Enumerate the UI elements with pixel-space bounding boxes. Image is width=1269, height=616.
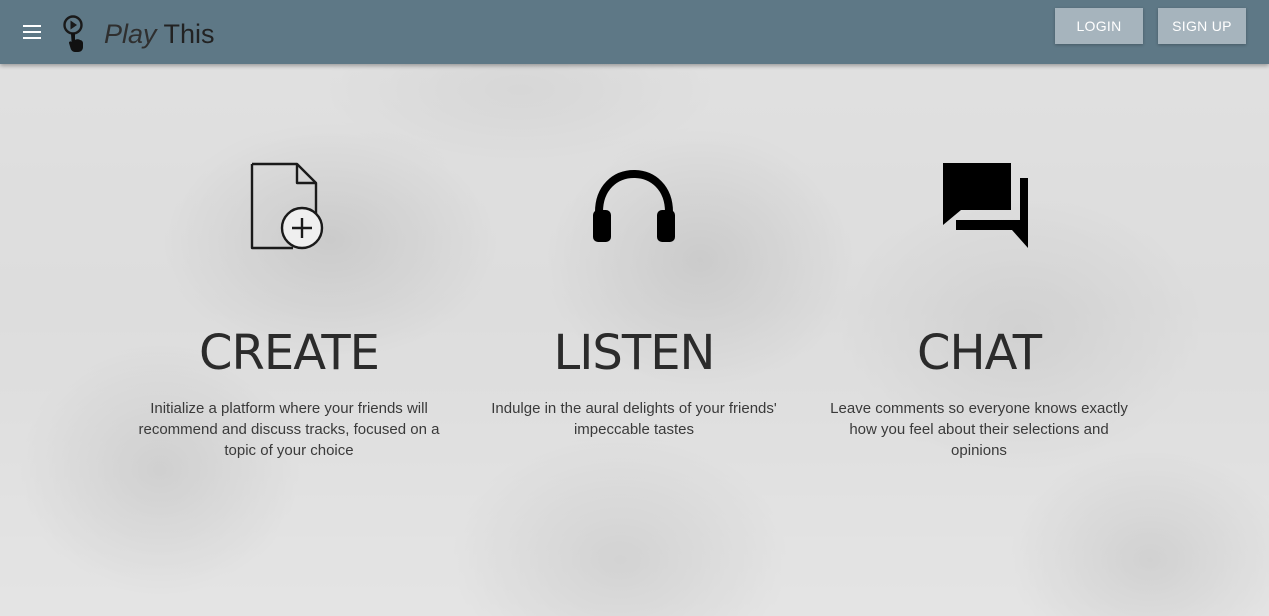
brand-title[interactable]: Play This (104, 18, 215, 50)
play-touch-logo-icon[interactable] (62, 14, 88, 54)
feature-title: CREATE (199, 325, 380, 381)
background-overlay (0, 0, 1269, 616)
login-button[interactable]: LOGIN (1055, 8, 1143, 44)
feature-title: CHAT (916, 325, 1042, 381)
file-add-icon (134, 160, 444, 252)
feature-title: LISTEN (553, 325, 716, 381)
menu-icon[interactable] (20, 20, 44, 44)
signup-button[interactable]: SIGN UP (1158, 8, 1246, 44)
brand-play: Play (104, 19, 157, 49)
chat-bubbles-icon (824, 160, 1134, 252)
top-app-bar: Play This LOGIN SIGN UP (0, 0, 1269, 64)
feature-description: Leave comments so everyone knows exactly… (830, 400, 1128, 459)
feature-description: Indulge in the aural delights of your fr… (491, 400, 777, 438)
brand-this: This (163, 19, 215, 49)
feature-description: Initialize a platform where your friends… (138, 400, 440, 459)
headphones-icon (479, 160, 789, 252)
